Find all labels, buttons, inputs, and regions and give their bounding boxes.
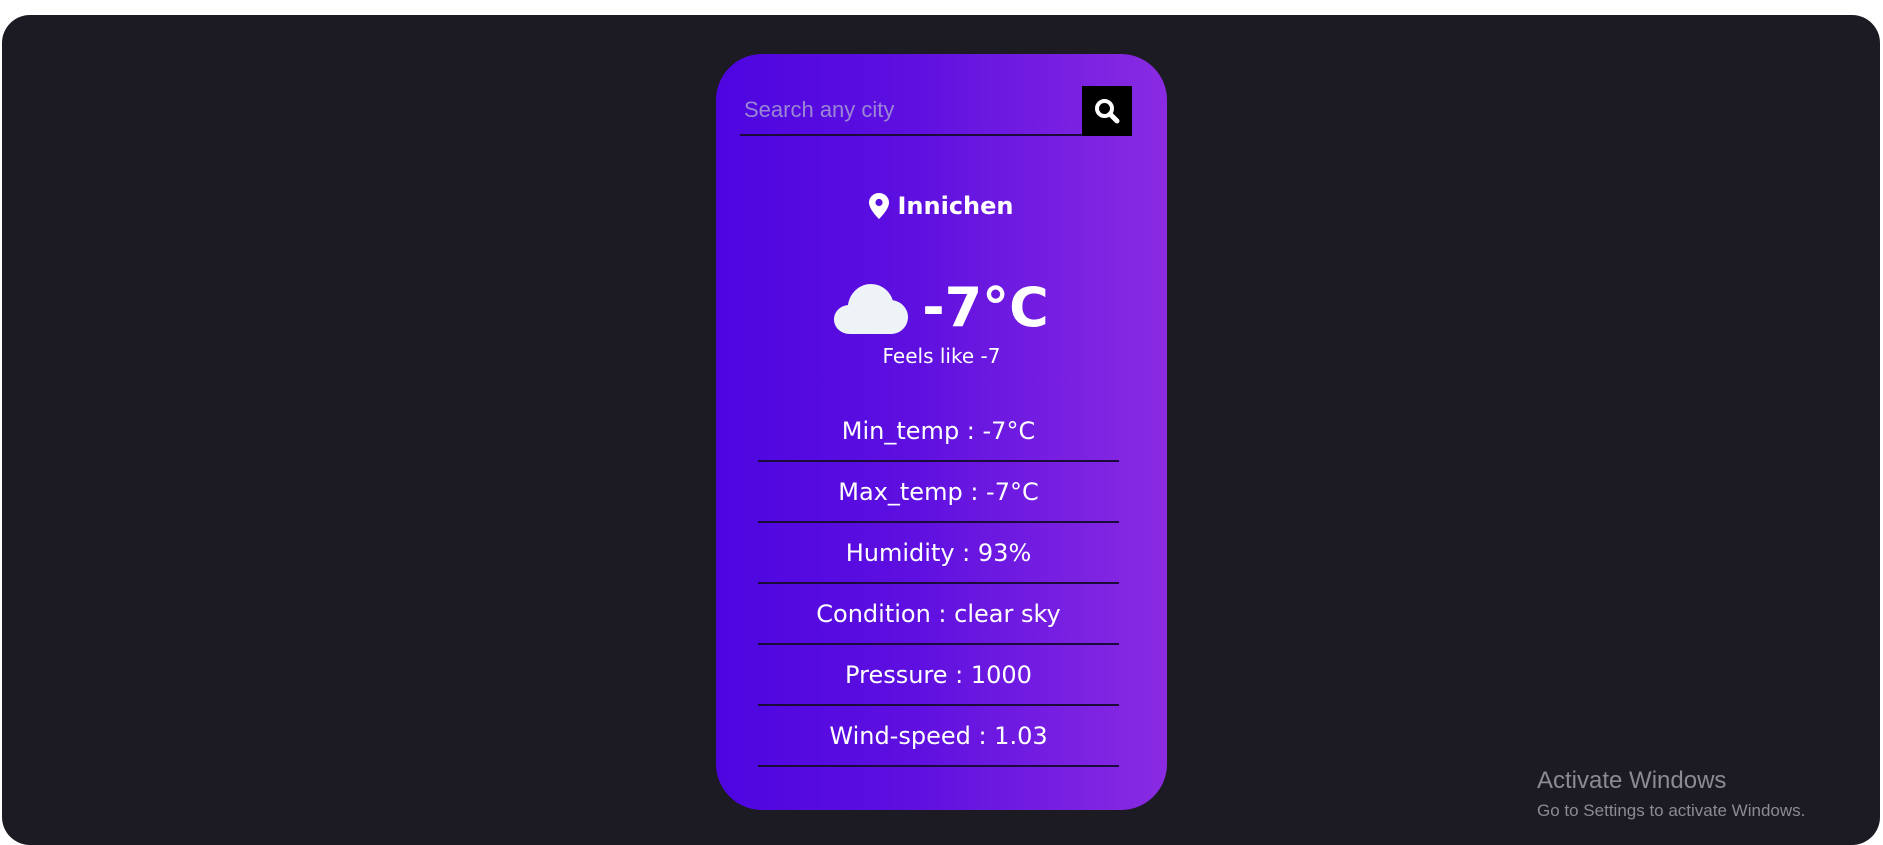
search-bar: [740, 86, 1132, 138]
watermark-title: Activate Windows: [1537, 767, 1727, 794]
search-input[interactable]: [740, 86, 1082, 136]
location: Innichen: [716, 192, 1167, 220]
activate-windows-watermark: Activate Windows Go to Settings to activ…: [1537, 767, 1805, 821]
app-background: Innichen -7°C Feels like -7 Min_temp : -…: [2, 15, 1880, 845]
detail-max-temp: Max_temp : -7°C: [758, 462, 1119, 523]
detail-min-temp: Min_temp : -7°C: [758, 401, 1119, 462]
current-weather: -7°C: [716, 276, 1167, 339]
watermark-subtitle: Go to Settings to activate Windows.: [1537, 801, 1806, 820]
temperature: -7°C: [922, 276, 1049, 339]
weather-card: Innichen -7°C Feels like -7 Min_temp : -…: [716, 54, 1167, 810]
feels-like: Feels like -7: [882, 344, 1001, 368]
detail-humidity: Humidity : 93%: [758, 523, 1119, 584]
weather-details: Min_temp : -7°C Max_temp : -7°C Humidity…: [758, 401, 1119, 767]
cloud-icon: [834, 283, 909, 334]
city-name: Innichen: [897, 192, 1014, 220]
detail-wind-speed: Wind-speed : 1.03: [758, 706, 1119, 767]
search-icon: [1095, 99, 1120, 124]
detail-pressure: Pressure : 1000: [758, 645, 1119, 706]
map-pin-icon: [869, 193, 890, 219]
search-button[interactable]: [1082, 86, 1132, 136]
detail-condition: Condition : clear sky: [758, 584, 1119, 645]
